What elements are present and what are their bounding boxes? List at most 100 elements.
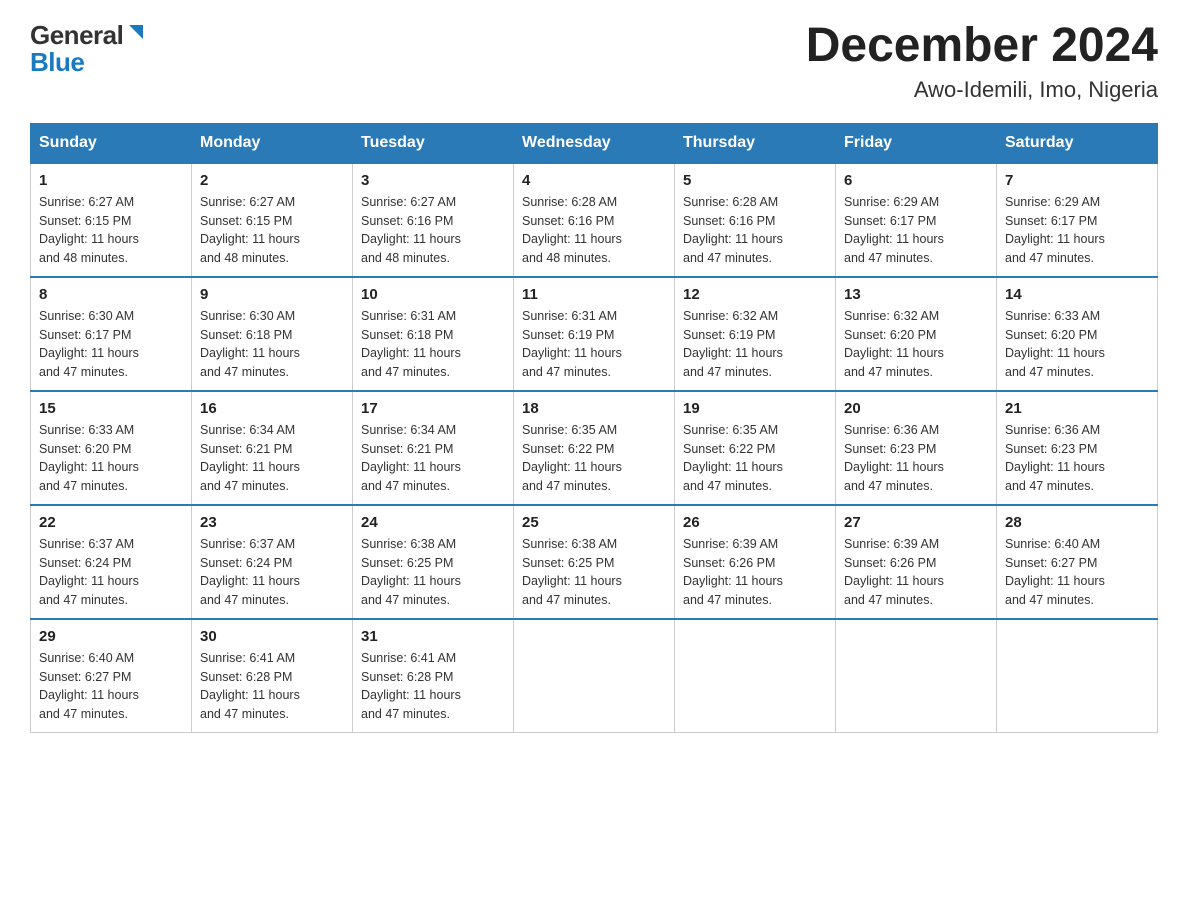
day-info: Sunrise: 6:37 AM Sunset: 6:24 PM Dayligh… <box>39 535 183 610</box>
calendar-cell: 29 Sunrise: 6:40 AM Sunset: 6:27 PM Dayl… <box>31 619 192 733</box>
calendar-cell: 22 Sunrise: 6:37 AM Sunset: 6:24 PM Dayl… <box>31 505 192 619</box>
day-info: Sunrise: 6:34 AM Sunset: 6:21 PM Dayligh… <box>200 421 344 496</box>
calendar-cell: 15 Sunrise: 6:33 AM Sunset: 6:20 PM Dayl… <box>31 391 192 505</box>
calendar-header: SundayMondayTuesdayWednesdayThursdayFrid… <box>31 123 1158 163</box>
calendar-cell: 28 Sunrise: 6:40 AM Sunset: 6:27 PM Dayl… <box>997 505 1158 619</box>
day-info: Sunrise: 6:27 AM Sunset: 6:15 PM Dayligh… <box>200 193 344 268</box>
day-info: Sunrise: 6:39 AM Sunset: 6:26 PM Dayligh… <box>683 535 827 610</box>
weekday-header-thursday: Thursday <box>675 123 836 163</box>
calendar-week-4: 22 Sunrise: 6:37 AM Sunset: 6:24 PM Dayl… <box>31 505 1158 619</box>
location-subtitle: Awo-Idemili, Imo, Nigeria <box>806 77 1158 103</box>
day-info: Sunrise: 6:30 AM Sunset: 6:18 PM Dayligh… <box>200 307 344 382</box>
title-block: December 2024 Awo-Idemili, Imo, Nigeria <box>806 20 1158 103</box>
day-info: Sunrise: 6:31 AM Sunset: 6:19 PM Dayligh… <box>522 307 666 382</box>
calendar-cell: 12 Sunrise: 6:32 AM Sunset: 6:19 PM Dayl… <box>675 277 836 391</box>
day-number: 6 <box>844 172 988 189</box>
day-number: 14 <box>1005 286 1149 303</box>
logo-blue-text: Blue <box>30 47 84 78</box>
calendar-cell: 4 Sunrise: 6:28 AM Sunset: 6:16 PM Dayli… <box>514 163 675 277</box>
day-info: Sunrise: 6:27 AM Sunset: 6:16 PM Dayligh… <box>361 193 505 268</box>
day-info: Sunrise: 6:33 AM Sunset: 6:20 PM Dayligh… <box>39 421 183 496</box>
calendar-table: SundayMondayTuesdayWednesdayThursdayFrid… <box>30 123 1158 733</box>
calendar-week-2: 8 Sunrise: 6:30 AM Sunset: 6:17 PM Dayli… <box>31 277 1158 391</box>
day-number: 10 <box>361 286 505 303</box>
calendar-cell: 25 Sunrise: 6:38 AM Sunset: 6:25 PM Dayl… <box>514 505 675 619</box>
day-number: 20 <box>844 400 988 417</box>
day-info: Sunrise: 6:30 AM Sunset: 6:17 PM Dayligh… <box>39 307 183 382</box>
day-info: Sunrise: 6:36 AM Sunset: 6:23 PM Dayligh… <box>844 421 988 496</box>
day-number: 30 <box>200 628 344 645</box>
calendar-cell: 23 Sunrise: 6:37 AM Sunset: 6:24 PM Dayl… <box>192 505 353 619</box>
day-info: Sunrise: 6:29 AM Sunset: 6:17 PM Dayligh… <box>844 193 988 268</box>
day-info: Sunrise: 6:34 AM Sunset: 6:21 PM Dayligh… <box>361 421 505 496</box>
calendar-cell: 13 Sunrise: 6:32 AM Sunset: 6:20 PM Dayl… <box>836 277 997 391</box>
day-info: Sunrise: 6:29 AM Sunset: 6:17 PM Dayligh… <box>1005 193 1149 268</box>
calendar-cell <box>675 619 836 733</box>
month-year-title: December 2024 <box>806 20 1158 73</box>
calendar-cell: 18 Sunrise: 6:35 AM Sunset: 6:22 PM Dayl… <box>514 391 675 505</box>
day-info: Sunrise: 6:38 AM Sunset: 6:25 PM Dayligh… <box>522 535 666 610</box>
calendar-cell: 5 Sunrise: 6:28 AM Sunset: 6:16 PM Dayli… <box>675 163 836 277</box>
day-number: 12 <box>683 286 827 303</box>
day-number: 31 <box>361 628 505 645</box>
calendar-cell: 8 Sunrise: 6:30 AM Sunset: 6:17 PM Dayli… <box>31 277 192 391</box>
calendar-cell: 3 Sunrise: 6:27 AM Sunset: 6:16 PM Dayli… <box>353 163 514 277</box>
calendar-cell <box>836 619 997 733</box>
calendar-week-1: 1 Sunrise: 6:27 AM Sunset: 6:15 PM Dayli… <box>31 163 1158 277</box>
weekday-header-monday: Monday <box>192 123 353 163</box>
day-info: Sunrise: 6:32 AM Sunset: 6:20 PM Dayligh… <box>844 307 988 382</box>
day-number: 17 <box>361 400 505 417</box>
calendar-cell: 31 Sunrise: 6:41 AM Sunset: 6:28 PM Dayl… <box>353 619 514 733</box>
day-number: 18 <box>522 400 666 417</box>
calendar-cell: 11 Sunrise: 6:31 AM Sunset: 6:19 PM Dayl… <box>514 277 675 391</box>
day-info: Sunrise: 6:35 AM Sunset: 6:22 PM Dayligh… <box>522 421 666 496</box>
day-number: 1 <box>39 172 183 189</box>
calendar-cell: 21 Sunrise: 6:36 AM Sunset: 6:23 PM Dayl… <box>997 391 1158 505</box>
day-number: 15 <box>39 400 183 417</box>
day-info: Sunrise: 6:41 AM Sunset: 6:28 PM Dayligh… <box>200 649 344 724</box>
day-number: 19 <box>683 400 827 417</box>
day-info: Sunrise: 6:28 AM Sunset: 6:16 PM Dayligh… <box>683 193 827 268</box>
day-info: Sunrise: 6:27 AM Sunset: 6:15 PM Dayligh… <box>39 193 183 268</box>
day-number: 26 <box>683 514 827 531</box>
day-number: 21 <box>1005 400 1149 417</box>
day-number: 29 <box>39 628 183 645</box>
calendar-cell: 27 Sunrise: 6:39 AM Sunset: 6:26 PM Dayl… <box>836 505 997 619</box>
weekday-header-wednesday: Wednesday <box>514 123 675 163</box>
day-number: 3 <box>361 172 505 189</box>
day-info: Sunrise: 6:32 AM Sunset: 6:19 PM Dayligh… <box>683 307 827 382</box>
day-info: Sunrise: 6:28 AM Sunset: 6:16 PM Dayligh… <box>522 193 666 268</box>
calendar-cell: 10 Sunrise: 6:31 AM Sunset: 6:18 PM Dayl… <box>353 277 514 391</box>
day-info: Sunrise: 6:41 AM Sunset: 6:28 PM Dayligh… <box>361 649 505 724</box>
calendar-cell <box>997 619 1158 733</box>
calendar-week-5: 29 Sunrise: 6:40 AM Sunset: 6:27 PM Dayl… <box>31 619 1158 733</box>
weekday-header-friday: Friday <box>836 123 997 163</box>
weekday-header-saturday: Saturday <box>997 123 1158 163</box>
day-number: 2 <box>200 172 344 189</box>
day-number: 28 <box>1005 514 1149 531</box>
day-number: 22 <box>39 514 183 531</box>
logo: General Blue <box>30 20 147 78</box>
day-number: 4 <box>522 172 666 189</box>
day-number: 8 <box>39 286 183 303</box>
page-header: General Blue December 2024 Awo-Idemili, … <box>30 20 1158 103</box>
day-number: 27 <box>844 514 988 531</box>
calendar-cell <box>514 619 675 733</box>
day-number: 5 <box>683 172 827 189</box>
day-number: 16 <box>200 400 344 417</box>
calendar-cell: 30 Sunrise: 6:41 AM Sunset: 6:28 PM Dayl… <box>192 619 353 733</box>
day-info: Sunrise: 6:33 AM Sunset: 6:20 PM Dayligh… <box>1005 307 1149 382</box>
calendar-cell: 20 Sunrise: 6:36 AM Sunset: 6:23 PM Dayl… <box>836 391 997 505</box>
day-info: Sunrise: 6:40 AM Sunset: 6:27 PM Dayligh… <box>1005 535 1149 610</box>
calendar-cell: 9 Sunrise: 6:30 AM Sunset: 6:18 PM Dayli… <box>192 277 353 391</box>
calendar-cell: 16 Sunrise: 6:34 AM Sunset: 6:21 PM Dayl… <box>192 391 353 505</box>
calendar-cell: 17 Sunrise: 6:34 AM Sunset: 6:21 PM Dayl… <box>353 391 514 505</box>
day-info: Sunrise: 6:39 AM Sunset: 6:26 PM Dayligh… <box>844 535 988 610</box>
calendar-cell: 26 Sunrise: 6:39 AM Sunset: 6:26 PM Dayl… <box>675 505 836 619</box>
day-info: Sunrise: 6:40 AM Sunset: 6:27 PM Dayligh… <box>39 649 183 724</box>
logo-arrow-icon <box>125 21 147 48</box>
day-number: 9 <box>200 286 344 303</box>
day-number: 24 <box>361 514 505 531</box>
calendar-cell: 19 Sunrise: 6:35 AM Sunset: 6:22 PM Dayl… <box>675 391 836 505</box>
day-number: 7 <box>1005 172 1149 189</box>
